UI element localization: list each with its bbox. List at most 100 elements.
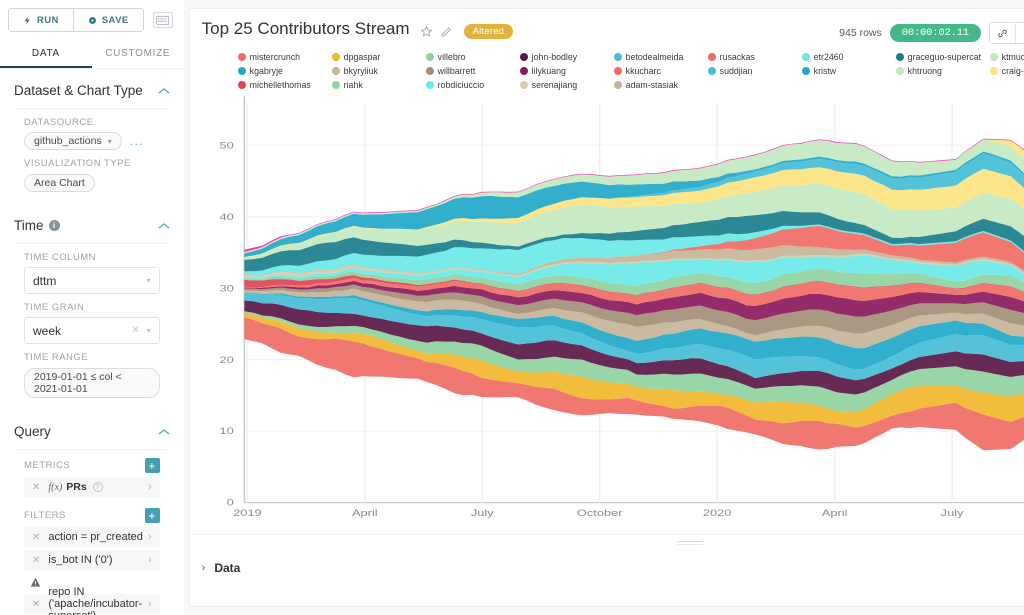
legend-swatch (426, 53, 434, 61)
remove-icon[interactable]: ✕ (32, 555, 40, 566)
plot-area[interactable]: 010203040502019AprilJulyOctober2020April… (190, 94, 1024, 534)
legend-item[interactable]: graceguo-supercat (896, 50, 990, 64)
visualization-type-button[interactable]: Area Chart (24, 174, 95, 192)
info-icon[interactable]: i (49, 220, 60, 231)
keyboard-icon[interactable] (153, 12, 173, 28)
filter-chip[interactable]: ✕ is_bot IN ('0') › (24, 550, 160, 570)
time-grain-value: week (33, 324, 131, 338)
legend-item[interactable]: michellethomas (238, 78, 332, 92)
legend-item-empty (896, 78, 990, 92)
add-filter-button[interactable]: + (145, 508, 160, 523)
add-metric-button[interactable]: + (145, 458, 160, 473)
legend-label: michellethomas (250, 80, 311, 90)
legend-item[interactable]: kristw (802, 64, 896, 78)
resize-handle[interactable] (677, 541, 703, 542)
legend-item[interactable]: craig-rueda (990, 64, 1024, 78)
section-header-dataset[interactable]: Dataset & Chart Type (14, 69, 170, 109)
legend-swatch (238, 53, 246, 61)
legend-label: lilykuang (532, 66, 566, 76)
link-icon (997, 28, 1008, 39)
chevron-up-icon[interactable] (158, 87, 170, 95)
svg-text:October: October (577, 509, 623, 519)
legend-item[interactable]: etr2460 (802, 50, 896, 64)
legend-item[interactable]: willbarrett (426, 64, 520, 78)
stream-chart-svg[interactable]: 010203040502019AprilJulyOctober2020April… (190, 94, 1024, 534)
save-button[interactable]: SAVE (73, 9, 143, 31)
section-header-time[interactable]: Time i (14, 204, 170, 244)
datasource-more-menu[interactable]: ... (130, 134, 145, 148)
stream-layers (244, 139, 1024, 451)
remove-icon[interactable]: ✕ (32, 599, 40, 610)
section-header-query[interactable]: Query (14, 410, 170, 450)
chevron-up-icon[interactable] (158, 222, 170, 230)
legend-item[interactable]: dpgaspar (332, 50, 426, 64)
field-time-range: TIME RANGE 2019-01-01 ≤ col < 2021-01-01 (14, 346, 170, 410)
section-title-query: Query (14, 424, 51, 439)
legend-swatch (520, 53, 528, 61)
field-metrics: METRICS + ✕ f(x) PRs ? › (14, 452, 170, 502)
legend-label: serenajiang (532, 80, 577, 90)
rows-count-label: 945 rows (839, 27, 882, 39)
legend-item[interactable]: john-bodley (520, 50, 614, 64)
section-dataset-chart-type: Dataset & Chart Type DATASOURCE github_a… (0, 69, 184, 204)
warning-icon[interactable] (30, 577, 41, 588)
legend-item[interactable]: kgabryje (238, 64, 332, 78)
legend-swatch (426, 67, 434, 75)
view-query-button[interactable] (1015, 23, 1024, 43)
share-link-button[interactable] (990, 23, 1015, 43)
svg-text:20: 20 (219, 356, 233, 366)
legend-swatch (614, 53, 622, 61)
legend-label: craig-rueda (1002, 66, 1024, 76)
legend-item[interactable]: betodealmeida (614, 50, 708, 64)
time-range-button[interactable]: 2019-01-01 ≤ col < 2021-01-01 (24, 368, 160, 398)
filter-label: action = pr_created (48, 531, 142, 543)
chart-legend: mistercrunchkgabryje michellethomas dpgasp… (190, 44, 1024, 94)
star-icon[interactable] (420, 25, 433, 38)
control-panel-sections[interactable]: Dataset & Chart Type DATASOURCE github_a… (0, 68, 184, 615)
help-icon[interactable]: ? (93, 482, 103, 492)
legend-swatch (332, 53, 340, 61)
time-column-value: dttm (33, 274, 147, 288)
clear-icon[interactable]: ✕ (131, 325, 139, 336)
chevron-right-icon: › (148, 598, 152, 610)
svg-text:April: April (352, 509, 378, 519)
time-grain-select[interactable]: week ✕ ▾ (24, 317, 160, 344)
legend-item[interactable]: suddjian (708, 64, 802, 78)
section-query: Query METRICS + ✕ f(x) PRs ? (0, 410, 184, 615)
legend-item[interactable]: mistercrunch (238, 50, 332, 64)
data-drawer-toggle[interactable]: › Data (202, 561, 241, 575)
filter-chip[interactable]: ✕ action = pr_created › (24, 527, 160, 547)
legend-item[interactable]: lilykuang (520, 64, 614, 78)
legend-item[interactable]: bkyryliuk (332, 64, 426, 78)
svg-text:July: July (471, 509, 494, 519)
field-visualization-type: VISUALIZATION TYPE Area Chart (14, 152, 170, 204)
legend-item[interactable]: ktmud (990, 50, 1024, 64)
label-time-range: TIME RANGE (24, 352, 160, 363)
edit-properties-icon[interactable] (440, 25, 453, 38)
legend-item[interactable]: villebro (426, 50, 520, 64)
chevron-right-icon: › (148, 481, 152, 493)
label-time-column: TIME COLUMN (24, 252, 160, 263)
legend-item[interactable]: kkucharc (614, 64, 708, 78)
datasource-select[interactable]: github_actions ▾ (24, 132, 122, 150)
svg-text:40: 40 (219, 213, 233, 223)
tab-customize[interactable]: CUSTOMIZE (92, 40, 184, 68)
tab-data[interactable]: DATA (0, 40, 92, 68)
svg-text:2020: 2020 (703, 509, 732, 519)
action-toolbar: RUN SAVE (0, 0, 184, 40)
legend-item[interactable]: khtruong (896, 64, 990, 78)
legend-item[interactable]: adam-stasiak (614, 78, 708, 92)
remove-icon[interactable]: ✕ (32, 532, 40, 543)
legend-swatch (896, 67, 904, 75)
legend-item[interactable]: rusackas (708, 50, 802, 64)
metric-chip[interactable]: ✕ f(x) PRs ? › (24, 477, 160, 497)
legend-item[interactable]: robdiciuccio (426, 78, 520, 92)
legend-item[interactable]: riahk (332, 78, 426, 92)
filter-chip[interactable]: ✕ repo IN ('apache/incubator-superset') … (24, 594, 160, 614)
remove-icon[interactable]: ✕ (32, 482, 40, 493)
run-button[interactable]: RUN (9, 9, 73, 31)
time-column-select[interactable]: dttm ▾ (24, 267, 160, 294)
chart-header: Top 25 Contributors Stream Altered 945 r… (190, 9, 1024, 44)
chevron-up-icon[interactable] (158, 428, 170, 436)
legend-item[interactable]: serenajiang (520, 78, 614, 92)
